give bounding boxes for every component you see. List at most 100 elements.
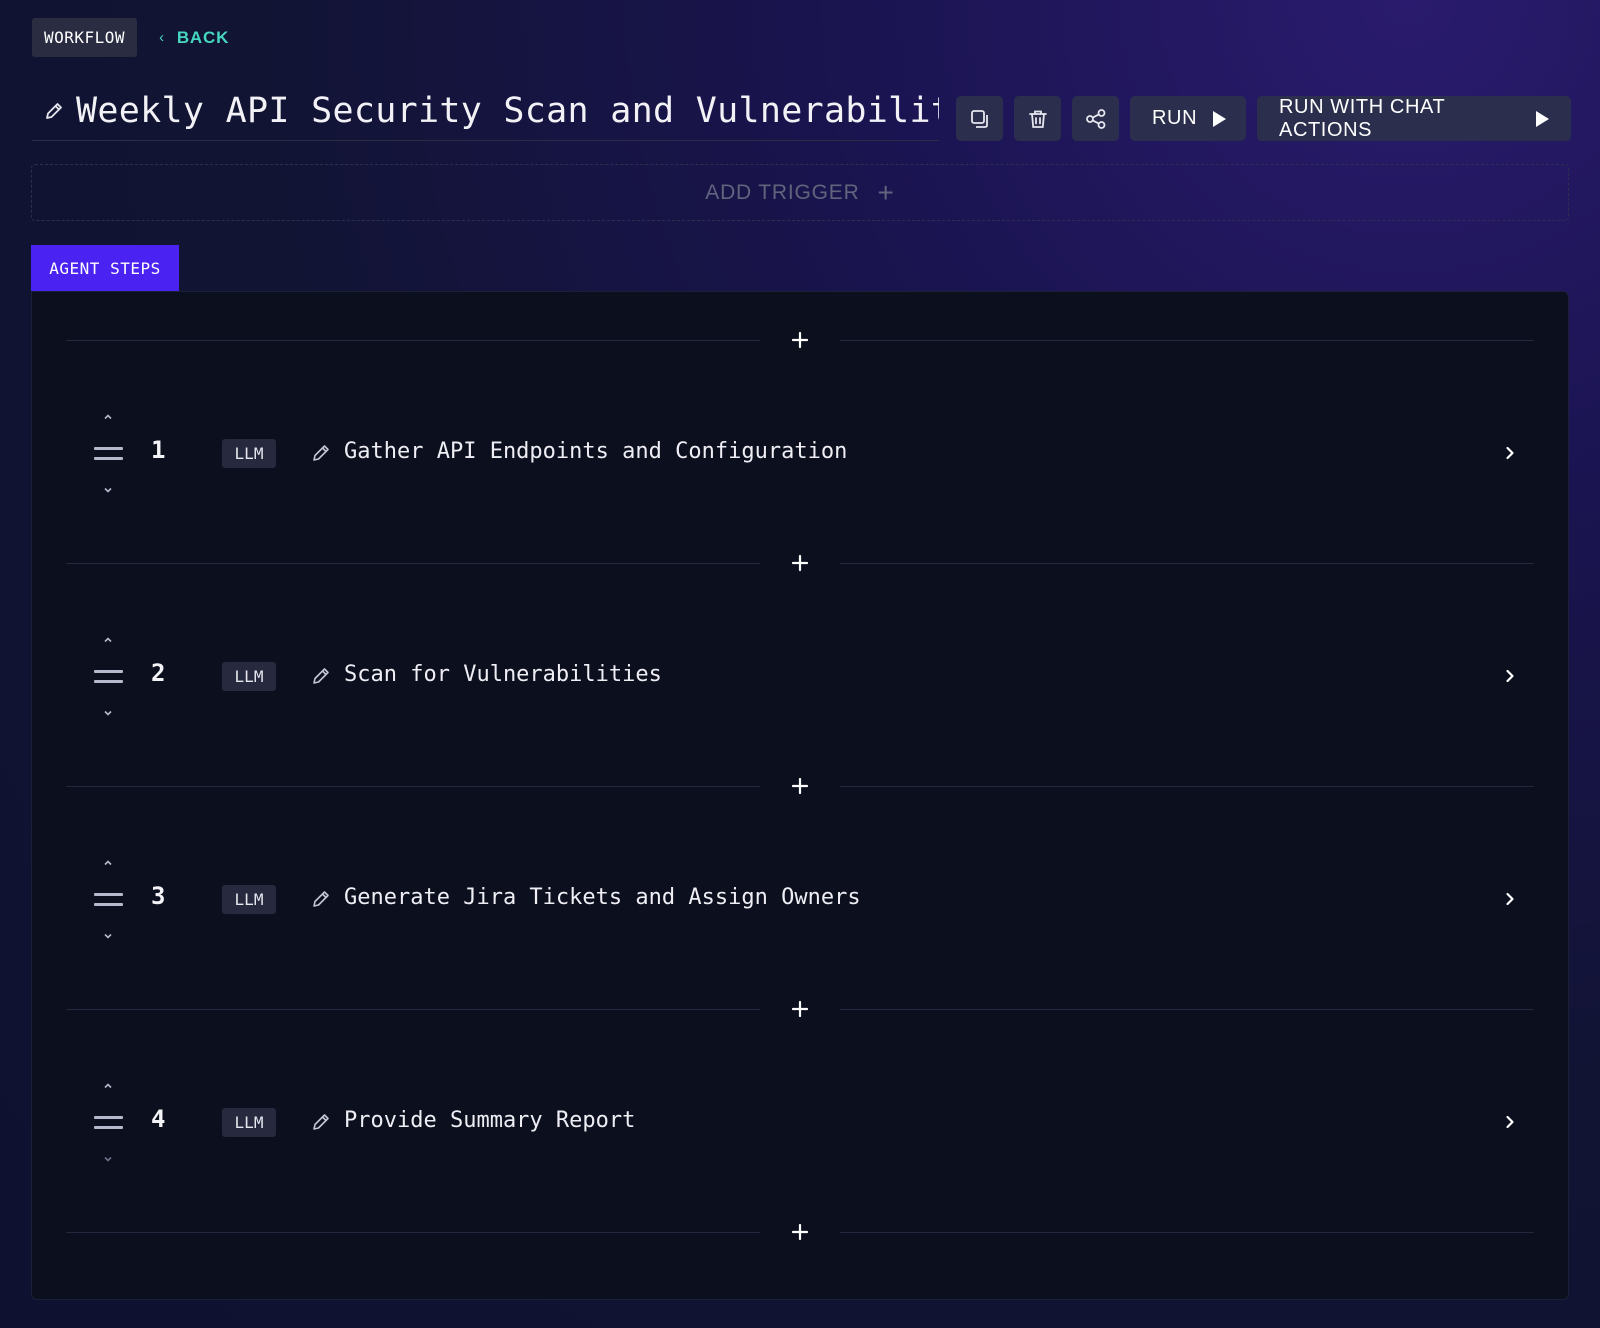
run-with-chat-actions-button[interactable]: RUN WITH CHAT ACTIONS (1257, 96, 1571, 141)
step-type-badge: LLM (222, 885, 276, 914)
expand-step-button[interactable] (1500, 443, 1520, 463)
add-step-divider (66, 771, 1534, 801)
chevron-down-icon (104, 710, 112, 716)
plus-icon (791, 554, 809, 572)
move-down-button[interactable] (100, 1153, 116, 1165)
pencil-icon (313, 1114, 329, 1130)
drag-handle-icon[interactable] (94, 1116, 123, 1130)
step-number: 2 (151, 659, 166, 687)
reorder-controls (92, 854, 124, 944)
pencil-icon (313, 445, 329, 461)
edit-step-button[interactable] (311, 1112, 333, 1134)
workflow-label: WORKFLOW (32, 18, 138, 57)
workflow-title-field[interactable]: Weekly API Security Scan and Vulnerabili… (32, 82, 939, 141)
expand-step-button[interactable] (1500, 1112, 1520, 1132)
move-up-button[interactable] (100, 856, 116, 868)
plus-icon: + (877, 176, 895, 208)
move-up-button[interactable] (100, 1079, 116, 1091)
chevron-up-icon (104, 636, 112, 642)
divider-line (840, 1232, 1534, 1233)
share-icon (1085, 108, 1105, 129)
plus-icon (791, 1000, 809, 1018)
run-button[interactable]: RUN (1130, 96, 1246, 141)
expand-step-button[interactable] (1500, 666, 1520, 686)
reorder-controls (92, 1077, 124, 1167)
chevron-up-icon (104, 859, 112, 865)
plus-icon (791, 331, 809, 349)
divider-line (840, 786, 1534, 787)
step-row[interactable]: 1 LLM Gather API Endpoints and Configura… (66, 408, 1534, 498)
divider-line (840, 563, 1534, 564)
divider-line (66, 1232, 760, 1233)
move-up-button[interactable] (100, 410, 116, 422)
step-type-badge: LLM (222, 662, 276, 691)
move-up-button[interactable] (100, 633, 116, 645)
drag-handle-icon[interactable] (94, 893, 123, 907)
move-down-button[interactable] (100, 930, 116, 942)
add-step-divider (66, 548, 1534, 578)
divider-line (66, 340, 760, 341)
copy-icon (970, 109, 988, 128)
add-step-button[interactable] (782, 994, 818, 1024)
edit-step-button[interactable] (311, 666, 333, 688)
chevron-down-icon (104, 1156, 112, 1162)
step-type-badge: LLM (222, 439, 276, 468)
step-row[interactable]: 3 LLM Generate Jira Tickets and Assign O… (66, 854, 1534, 944)
step-number: 1 (151, 436, 166, 464)
divider-line (840, 1009, 1534, 1010)
reorder-controls (92, 408, 124, 498)
step-row[interactable]: 4 LLM Provide Summary Report (66, 1077, 1534, 1167)
add-step-divider (66, 994, 1534, 1024)
chevron-down-icon (104, 933, 112, 939)
back-link[interactable]: ‹ BACK (159, 28, 229, 48)
step-title: Gather API Endpoints and Configuration (344, 439, 848, 464)
add-step-button[interactable] (782, 325, 818, 355)
step-number: 4 (151, 1105, 166, 1133)
chevron-right-icon (1506, 669, 1514, 683)
divider-line (66, 563, 760, 564)
agent-steps-panel: 1 LLM Gather API Endpoints and Configura… (31, 291, 1569, 1300)
run-label: RUN (1152, 107, 1198, 129)
chevron-left-icon: ‹ (159, 29, 165, 46)
pencil-icon (313, 891, 329, 907)
move-down-button[interactable] (100, 484, 116, 496)
plus-icon (791, 777, 809, 795)
add-step-button[interactable] (782, 771, 818, 801)
share-button[interactable] (1072, 96, 1119, 141)
divider-line (66, 786, 760, 787)
trash-icon (1028, 110, 1047, 128)
add-trigger-button[interactable]: ADD TRIGGER + (31, 164, 1569, 221)
add-step-button[interactable] (782, 1217, 818, 1247)
step-number: 3 (151, 882, 166, 910)
chevron-up-icon (104, 413, 112, 419)
drag-handle-icon[interactable] (94, 670, 123, 684)
pencil-icon (313, 668, 329, 684)
edit-step-button[interactable] (311, 443, 333, 465)
expand-step-button[interactable] (1500, 889, 1520, 909)
pencil-icon[interactable] (44, 101, 64, 121)
divider-line (66, 1009, 760, 1010)
step-title: Scan for Vulnerabilities (344, 662, 662, 687)
chevron-right-icon (1506, 446, 1514, 460)
back-label: BACK (176, 27, 230, 47)
divider-line (840, 340, 1534, 341)
chevron-right-icon (1506, 1115, 1514, 1129)
step-title: Provide Summary Report (344, 1108, 636, 1133)
tab-agent-steps[interactable]: AGENT STEPS (31, 245, 179, 291)
step-row[interactable]: 2 LLM Scan for Vulnerabilities (66, 631, 1534, 721)
add-step-divider (66, 325, 1534, 355)
add-step-divider (66, 1217, 1534, 1247)
edit-step-button[interactable] (311, 889, 333, 911)
add-step-button[interactable] (782, 548, 818, 578)
chevron-down-icon (104, 487, 112, 493)
move-down-button[interactable] (100, 707, 116, 719)
workflow-title: Weekly API Security Scan and Vulnerabili… (76, 91, 939, 131)
delete-button[interactable] (1014, 96, 1061, 141)
drag-handle-icon[interactable] (94, 447, 123, 461)
add-trigger-label: ADD TRIGGER (705, 180, 860, 204)
chevron-right-icon (1506, 892, 1514, 906)
step-type-badge: LLM (222, 1108, 276, 1137)
play-icon (1213, 110, 1227, 127)
duplicate-button[interactable] (956, 96, 1003, 141)
play-icon (1536, 110, 1549, 127)
